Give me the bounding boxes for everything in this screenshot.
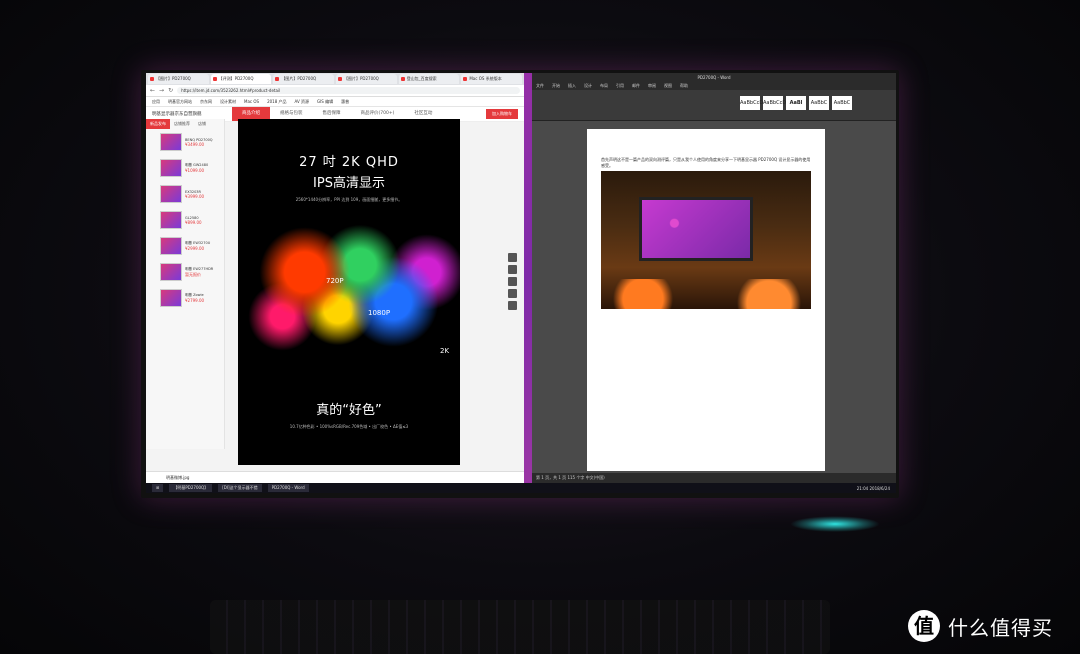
product-thumbnail bbox=[160, 263, 182, 281]
menu-insert[interactable]: 插入 bbox=[568, 83, 576, 89]
watermark-logo: 值 bbox=[908, 610, 940, 642]
side-tab-new[interactable]: 新品发布 bbox=[146, 119, 170, 129]
sidebar-product[interactable]: EX3203R ¥3999.00 bbox=[146, 181, 224, 207]
sidebar-product[interactable]: 明基 Zowie ¥2799.00 bbox=[146, 285, 224, 311]
product-thumbnail bbox=[160, 289, 182, 307]
watermark-text: 什么值得买 bbox=[948, 615, 1053, 640]
taskbar-item[interactable]: [DI]这个显示器不错 bbox=[218, 484, 262, 492]
menu-layout[interactable]: 布局 bbox=[600, 83, 608, 89]
resolution-label: 720P bbox=[326, 277, 344, 285]
product-thumbnail bbox=[160, 159, 182, 177]
browser-tab[interactable]: 【图片】PD2700Q bbox=[336, 74, 397, 84]
floating-toolbar bbox=[508, 253, 518, 310]
poster-color-description: 10.7亿种色彩 • 100%sRGB/Rec.709色域 • 出厂校色 • Δ… bbox=[289, 424, 409, 429]
menu-view[interactable]: 视图 bbox=[664, 83, 672, 89]
word-status-bar: 第 1 页，共 1 页 115 个字 中文(中国) bbox=[532, 473, 896, 483]
sidebar-product[interactable]: 明基 EW3270U ¥2999.00 bbox=[146, 233, 224, 259]
bookmark-item[interactable]: 设计素材 bbox=[220, 99, 236, 105]
bookmark-item[interactable]: Mac OS bbox=[244, 99, 259, 104]
share-icon[interactable] bbox=[508, 253, 517, 262]
product-thumbnail bbox=[160, 133, 182, 151]
menu-references[interactable]: 引用 bbox=[616, 83, 624, 89]
bookmark-item[interactable]: 应用 bbox=[152, 99, 160, 105]
document-page[interactable]: 首先声明这不是一篇产品的双向测评篇，只是从我个人使用的角度来分享一下明基显示器 … bbox=[587, 129, 825, 471]
sidebar-product[interactable]: 明基 GW2480 ¥1099.00 bbox=[146, 155, 224, 181]
menu-mailings[interactable]: 邮件 bbox=[632, 83, 640, 89]
sidebar-product[interactable]: BENQ PD2700Q ¥3499.00 bbox=[146, 129, 224, 155]
embedded-photo[interactable] bbox=[601, 171, 811, 309]
store-sidebar: 新品发布 店铺推荐 店铺 BENQ PD2700Q ¥3499.00 明基 GW2… bbox=[146, 119, 225, 449]
resolution-label: 2K bbox=[440, 347, 450, 355]
address-bar-row: ← → ↻ https://item.jd.com/3523262.html#p… bbox=[146, 85, 524, 97]
browser-tab-strip: 【图片】PD2700Q 【评测】PD2700Q 【图片】PD2700Q 【图片】… bbox=[146, 73, 524, 85]
side-tab-store[interactable]: 店铺 bbox=[194, 119, 210, 129]
browser-tab-active[interactable]: 【评测】PD2700Q bbox=[210, 74, 272, 84]
browser-tab[interactable]: 登山包_百度搜索 bbox=[398, 74, 460, 84]
taskbar-clock: 21:04 2018/6/24 bbox=[856, 485, 890, 491]
windows-taskbar: ⊞ 【明基PD2700Q】 [DI]这个显示器不错 PD2700Q - Word… bbox=[146, 483, 896, 493]
word-window: PD2700Q - Word 文件 开始 插入 设计 布局 引用 邮件 审阅 视… bbox=[532, 73, 896, 483]
bookmark-item[interactable]: 明基官方网站 bbox=[168, 99, 192, 105]
word-title: PD2700Q - Word bbox=[532, 73, 896, 82]
side-tab-recommend[interactable]: 店铺推荐 bbox=[170, 119, 194, 129]
bookmark-item[interactable]: GIS 编辑 bbox=[317, 99, 333, 105]
url-input[interactable]: https://item.jd.com/3523262.html#product… bbox=[177, 87, 520, 94]
style-title[interactable]: AaBbC bbox=[832, 96, 852, 110]
menu-review[interactable]: 审阅 bbox=[648, 83, 656, 89]
add-to-cart-button[interactable]: 加入购物车 bbox=[486, 109, 518, 119]
bookmark-item[interactable]: 京东网 bbox=[200, 99, 212, 105]
sidebar-product[interactable]: GL2580 ¥899.00 bbox=[146, 207, 224, 233]
monitor-stand-light bbox=[790, 516, 880, 532]
word-ribbon: AaBbCcDd AaBbCcD AaBl AaBbC AaBbC bbox=[532, 90, 896, 121]
back-icon[interactable]: ← bbox=[150, 87, 155, 94]
document-paragraph[interactable]: 首先声明这不是一篇产品的双向测评篇，只是从我个人使用的角度来分享一下明基显示器 … bbox=[601, 157, 813, 169]
style-heading1[interactable]: AaBl bbox=[786, 96, 806, 110]
browser-tab[interactable]: Mac OS 系统版本 bbox=[461, 74, 523, 84]
word-menu-bar: 文件 开始 插入 设计 布局 引用 邮件 审阅 视图 帮助 bbox=[532, 82, 896, 90]
style-heading2[interactable]: AaBbC bbox=[809, 96, 829, 110]
product-thumbnail bbox=[160, 211, 182, 229]
feedback-icon[interactable] bbox=[508, 289, 517, 298]
bookmarks-bar: 应用 明基官方网站 京东网 设计素材 Mac OS 2018 产品 AV 资源 … bbox=[146, 97, 524, 107]
browser-tab[interactable]: 【图片】PD2700Q bbox=[148, 74, 209, 84]
browser-window: 【图片】PD2700Q 【评测】PD2700Q 【图片】PD2700Q 【图片】… bbox=[146, 73, 524, 483]
bookmark-item[interactable]: AV 资源 bbox=[295, 99, 310, 105]
product-thumbnail bbox=[160, 237, 182, 255]
photo-flowers bbox=[601, 279, 811, 309]
store-title[interactable]: 明基显示器京东自营旗舰 bbox=[146, 111, 232, 117]
download-bar[interactable]: 明基微博.jpg bbox=[146, 471, 524, 483]
bookmark-item[interactable]: 2018 产品 bbox=[267, 99, 286, 105]
menu-help[interactable]: 帮助 bbox=[680, 83, 688, 89]
monitor-screen: 【图片】PD2700Q 【评测】PD2700Q 【图片】PD2700Q 【图片】… bbox=[146, 73, 896, 493]
style-normal[interactable]: AaBbCcDd bbox=[740, 96, 766, 110]
poster-subtitle: IPS高清显示 bbox=[313, 176, 385, 191]
bookmark-item[interactable]: 惠普 bbox=[341, 99, 349, 105]
menu-file[interactable]: 文件 bbox=[536, 83, 544, 89]
product-poster: 27 吋 2K QHD IPS高清显示 2560*1440分辨率，PPI 达到 … bbox=[238, 119, 460, 465]
poster-color-title: 真的“好色” bbox=[316, 403, 382, 418]
sidebar-product[interactable]: 明基 EW277HDR 暂无报价 bbox=[146, 259, 224, 285]
cart-icon[interactable] bbox=[508, 277, 517, 286]
resolution-label: 1080P bbox=[368, 309, 391, 317]
menu-home[interactable]: 开始 bbox=[552, 83, 560, 89]
menu-design[interactable]: 设计 bbox=[584, 83, 592, 89]
reload-icon[interactable]: ↻ bbox=[168, 87, 173, 94]
top-icon[interactable] bbox=[508, 301, 517, 310]
start-icon[interactable]: ⊞ bbox=[152, 484, 164, 492]
taskbar-item[interactable]: 【明基PD2700Q】 bbox=[169, 484, 213, 492]
favorite-icon[interactable] bbox=[508, 265, 517, 274]
photo-monitor bbox=[639, 197, 753, 261]
poster-title: 27 吋 2K QHD bbox=[299, 155, 399, 170]
poster-description: 2560*1440分辨率，PPI 达到 109，画面细腻，更多细节。 bbox=[295, 197, 403, 202]
watermark: 值 什么值得买 bbox=[908, 610, 1053, 642]
color-splash-image: 720P 1080P 2K bbox=[238, 213, 460, 361]
product-thumbnail bbox=[160, 185, 182, 203]
forward-icon[interactable]: → bbox=[159, 87, 164, 94]
style-no-spacing[interactable]: AaBbCcD bbox=[763, 96, 786, 110]
browser-tab[interactable]: 【图片】PD2700Q bbox=[273, 74, 335, 84]
keyboard bbox=[210, 600, 830, 654]
taskbar-item[interactable]: PD2700Q - Word bbox=[267, 484, 309, 492]
